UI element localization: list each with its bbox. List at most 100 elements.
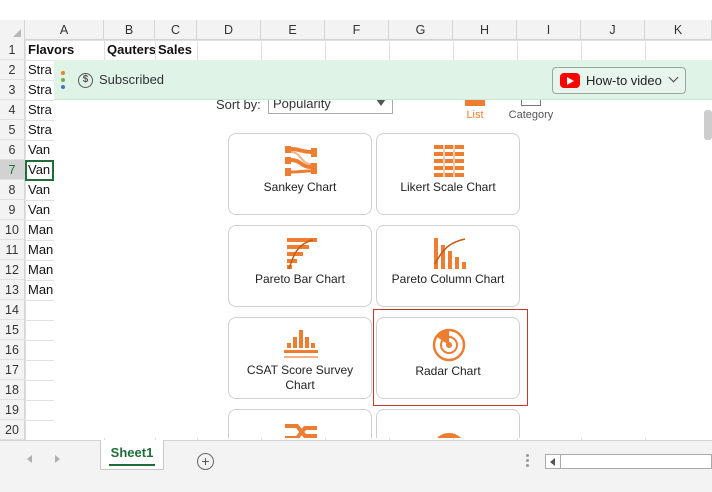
column-header[interactable]: K [645, 20, 712, 40]
pareto-bar-icon [287, 238, 317, 270]
column-header[interactable]: J [581, 20, 645, 40]
select-all-corner[interactable] [0, 20, 25, 40]
card-label: Pareto Bar Chart [254, 272, 346, 286]
cell-flavor[interactable]: Van [25, 140, 54, 160]
view-category-label: Category [508, 109, 554, 121]
row-header[interactable]: 7 [0, 160, 25, 180]
card-label: Pareto Column Chart [391, 272, 505, 286]
row-header[interactable]: 15 [0, 320, 25, 340]
drag-dot [61, 71, 65, 75]
cell-c1[interactable]: Sales [155, 40, 197, 60]
csat-survey-icon [284, 330, 318, 358]
cell-b1[interactable]: Qauters [104, 40, 155, 60]
horizontal-scrollbar[interactable] [545, 454, 712, 469]
drag-dot [61, 85, 65, 89]
view-list-toggle[interactable]: List [462, 100, 488, 121]
partial-chart-icon [285, 424, 317, 438]
split-handle-icon[interactable] [526, 454, 529, 468]
column-header[interactable]: H [453, 20, 517, 40]
card-sankey-chart[interactable]: Sankey Chart [228, 133, 372, 215]
sort-selected-value: Popularity [273, 100, 331, 111]
subscription-status: Subscribed [99, 72, 165, 87]
row-header[interactable]: 1 [0, 40, 25, 60]
card-pareto-bar-chart[interactable]: Pareto Bar Chart [228, 225, 372, 307]
drag-dot [61, 78, 65, 82]
column-header[interactable]: D [197, 20, 261, 40]
cell-flavor[interactable]: Man [25, 260, 54, 280]
split-dot [526, 454, 529, 457]
drag-handle-icon[interactable] [60, 71, 66, 89]
howto-video-button[interactable]: How-to video [552, 67, 686, 94]
row-header[interactable]: 9 [0, 200, 25, 220]
sort-label: Sort by: [216, 100, 261, 112]
cell-flavor[interactable]: Stra [25, 120, 54, 140]
sheet-tab-sheet1[interactable]: Sheet1 [100, 440, 164, 470]
view-list-label: List [466, 109, 484, 121]
card-label: Likert Scale Chart [400, 180, 496, 194]
sort-dropdown[interactable]: Popularity [268, 100, 393, 114]
row-header[interactable]: 12 [0, 260, 25, 280]
cell-flavor[interactable]: Stra [25, 60, 54, 80]
row-header[interactable]: 6 [0, 140, 25, 160]
youtube-icon [560, 73, 580, 88]
category-view-icon [521, 100, 541, 106]
chart-picker-panel: Sort by: Popularity List Category Sankey… [54, 100, 712, 438]
panel-scrollbar[interactable] [704, 110, 712, 140]
view-category-toggle[interactable]: Category [506, 100, 556, 121]
column-header[interactable]: G [389, 20, 453, 40]
column-header[interactable]: F [325, 20, 389, 40]
row-header[interactable]: 5 [0, 120, 25, 140]
pareto-column-icon [434, 238, 466, 269]
card-label: Sankey Chart [263, 180, 337, 194]
cell-flavor[interactable]: Van [25, 200, 54, 220]
card-pareto-column-chart[interactable]: Pareto Column Chart [376, 225, 520, 307]
card-likert-scale-chart[interactable]: Likert Scale Chart [376, 133, 520, 215]
subscription-notification-bar: $ Subscribed How-to video [54, 60, 712, 100]
add-sheet-icon[interactable]: + [197, 453, 214, 470]
cell-a1[interactable]: Flavors [25, 40, 104, 60]
column-header[interactable]: I [517, 20, 581, 40]
row-header[interactable]: 16 [0, 340, 25, 360]
card-label: CSAT Score Survey Chart [246, 363, 354, 392]
row-header[interactable]: 20 [0, 420, 25, 440]
row-header[interactable]: 8 [0, 180, 25, 200]
cell-flavor[interactable]: Stra [25, 80, 54, 100]
card-partial[interactable] [376, 409, 520, 438]
column-header[interactable]: E [261, 20, 325, 40]
cell-flavor[interactable]: Man [25, 280, 54, 300]
row-header[interactable]: 3 [0, 80, 25, 100]
row-header[interactable]: 2 [0, 60, 25, 80]
cell-flavor[interactable]: Van [25, 180, 54, 200]
row-header[interactable]: 11 [0, 240, 25, 260]
column-header[interactable]: A [25, 20, 104, 40]
row-header[interactable]: 10 [0, 220, 25, 240]
active-cell-border [25, 160, 54, 181]
column-header[interactable]: C [155, 20, 197, 40]
cell-flavor[interactable]: Man [25, 220, 54, 240]
card-csat-score-survey-chart[interactable]: CSAT Score Survey Chart [228, 317, 372, 399]
row-header[interactable]: 4 [0, 100, 25, 120]
likert-scale-icon [434, 145, 464, 177]
scroll-separator [560, 455, 561, 468]
sheet-tab-bar: Sheet1 + [0, 440, 712, 492]
cell-flavor[interactable]: Man [25, 240, 54, 260]
list-view-icon [465, 100, 485, 106]
sheet-prev-arrow-icon[interactable] [27, 455, 32, 463]
row-header[interactable]: 17 [0, 360, 25, 380]
partial-gauge-icon [437, 433, 461, 438]
scroll-left-icon[interactable] [550, 458, 555, 466]
cell-flavor[interactable]: Stra [25, 100, 54, 120]
sankey-chart-icon [285, 146, 317, 176]
row-header[interactable]: 13 [0, 280, 25, 300]
dollar-circle-icon: $ [78, 73, 93, 88]
column-header-row: A B C D E F G H I J K [0, 20, 712, 40]
split-dot [526, 464, 529, 467]
column-header[interactable]: B [104, 20, 155, 40]
card-partial[interactable] [228, 409, 372, 438]
chevron-down-icon [668, 72, 679, 83]
row-header[interactable]: 18 [0, 380, 25, 400]
row-header[interactable]: 19 [0, 400, 25, 420]
howto-video-label: How-to video [586, 73, 662, 88]
sheet-next-arrow-icon[interactable] [55, 455, 60, 463]
row-header[interactable]: 14 [0, 300, 25, 320]
